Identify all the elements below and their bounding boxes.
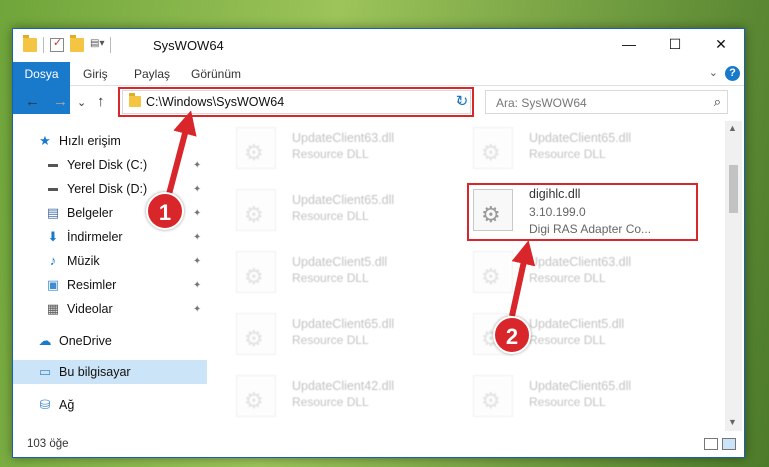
arrow-to-file <box>509 240 536 317</box>
annotation-arrows <box>165 110 536 317</box>
annotation-badge-1: 1 <box>146 192 184 230</box>
arrow-to-address <box>165 110 197 199</box>
annotation-badge-2: 2 <box>493 316 531 354</box>
